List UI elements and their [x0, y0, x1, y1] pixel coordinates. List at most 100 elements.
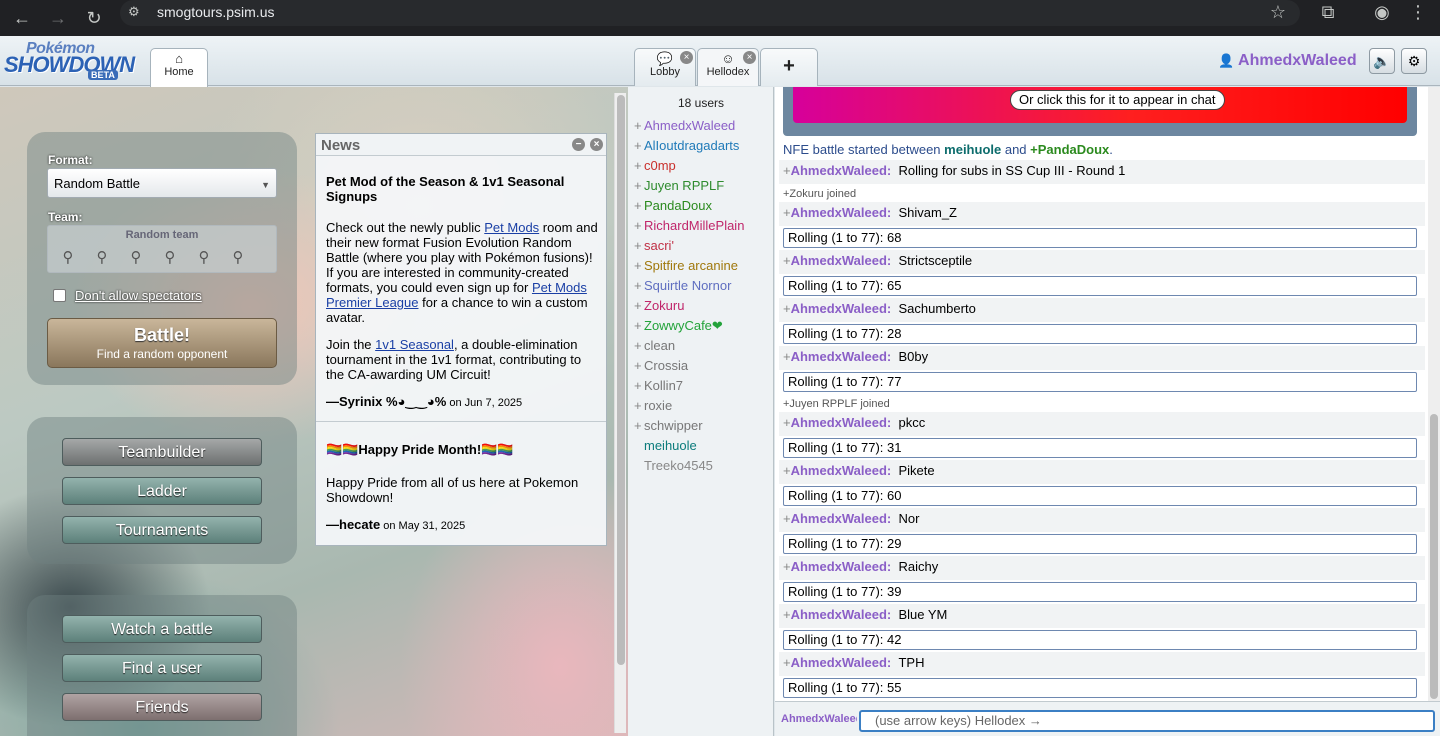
ladder-button[interactable]: Ladder — [62, 477, 262, 505]
player-link[interactable]: meihuole — [944, 142, 1001, 157]
user-name: Zokuru — [644, 298, 685, 313]
friends-button[interactable]: Friends — [62, 693, 262, 721]
close-icon[interactable]: × — [680, 51, 693, 64]
chat-message: +AhmedxWaleed: Pikete — [779, 460, 1425, 484]
format-label: Format: — [48, 153, 93, 167]
app-header: Pokémon SHOWDOWN BETA ⌂ Home 💬 Lobby × ☺… — [0, 36, 1440, 87]
chat-username[interactable]: AhmedxWaleed — [781, 713, 857, 725]
scrollbar[interactable] — [614, 93, 626, 733]
bookmark-star-icon[interactable]: ☆ — [1262, 0, 1294, 28]
back-icon[interactable]: ← — [6, 2, 38, 34]
profile-icon[interactable]: ◉ — [1366, 0, 1398, 28]
close-icon[interactable]: × — [743, 51, 756, 64]
tab-home[interactable]: ⌂ Home — [150, 48, 208, 87]
tab-hellodex[interactable]: ☺ Hellodex × — [697, 48, 759, 86]
sender-rank: + — [783, 253, 791, 268]
user-name: Kollin7 — [644, 378, 684, 393]
user-name: sacri' — [644, 238, 674, 253]
user-list-item[interactable]: + roxie — [634, 396, 672, 416]
address-bar[interactable] — [120, 0, 1300, 26]
sender-name[interactable]: AhmedxWaleed: — [791, 415, 892, 430]
user-list-item[interactable]: + PandaDoux — [634, 196, 712, 216]
tournaments-button[interactable]: Tournaments — [62, 516, 262, 544]
showdown-logo[interactable]: Pokémon SHOWDOWN BETA — [4, 40, 148, 82]
scrollbar-thumb[interactable] — [1430, 414, 1438, 699]
banner-button[interactable]: Or click this for it to appear in chat — [1010, 90, 1225, 110]
sender-name[interactable]: AhmedxWaleed: — [791, 253, 892, 268]
format-select[interactable]: Random Battle ▼ — [47, 168, 277, 198]
spectators-checkbox[interactable] — [53, 289, 66, 302]
teambuilder-button[interactable]: Teambuilder — [62, 438, 262, 466]
tab-label: Home — [164, 66, 194, 78]
user-list-item[interactable]: + Crossia — [634, 356, 688, 376]
user-list-item[interactable]: + schwipper — [634, 416, 703, 436]
site-info-icon[interactable]: ⚙ — [128, 4, 146, 22]
user-list-item[interactable]: + sacri' — [634, 236, 674, 256]
extensions-icon[interactable]: ⧉ — [1312, 0, 1344, 28]
tab-lobby[interactable]: 💬 Lobby × — [634, 48, 696, 86]
battle-button[interactable]: Battle! Find a random opponent — [47, 318, 277, 368]
1v1-seasonal-link[interactable]: 1v1 Seasonal — [375, 337, 454, 352]
user-rank: + — [634, 398, 642, 413]
scrollbar-thumb[interactable] — [617, 95, 625, 665]
user-rank: + — [634, 298, 642, 313]
message-text: pkcc — [891, 415, 926, 430]
sender-rank: + — [783, 349, 791, 364]
user-list-item[interactable]: + Kollin7 — [634, 376, 683, 396]
user-rank: + — [634, 318, 642, 333]
sender-name[interactable]: AhmedxWaleed: — [791, 607, 892, 622]
pet-mods-link[interactable]: Pet Mods — [484, 220, 539, 235]
user-list-item[interactable]: + c0mp — [634, 156, 676, 176]
user-rank: + — [634, 258, 642, 273]
user-list-item[interactable]: + AlIoutdragadarts — [634, 136, 739, 156]
url-text[interactable]: smogtours.psim.us — [157, 4, 274, 20]
user-list-item[interactable]: Treeko4545 — [634, 456, 713, 476]
user-list-item[interactable]: meihuole — [634, 436, 697, 456]
user-list-item[interactable]: + Juyen RPPLF — [634, 176, 724, 196]
user-list-item[interactable]: + Squirtle Nornor — [634, 276, 731, 296]
sender-name[interactable]: AhmedxWaleed: — [791, 655, 892, 670]
sender-name[interactable]: AhmedxWaleed: — [791, 349, 892, 364]
sender-name[interactable]: AhmedxWaleed: — [791, 559, 892, 574]
user-list-item[interactable]: + Spitfire arcanine — [634, 256, 738, 276]
sender-name[interactable]: AhmedxWaleed: — [791, 163, 892, 178]
roll-result: Rolling (1 to 77): 28 — [783, 324, 1417, 344]
user-rank: + — [634, 198, 642, 213]
sound-icon[interactable]: 🔈 — [1369, 48, 1395, 74]
message-text: Nor — [891, 511, 920, 526]
user-rank: + — [634, 158, 642, 173]
user-list-item[interactable]: + AhmedxWaleed — [634, 116, 735, 136]
sender-name[interactable]: AhmedxWaleed: — [791, 205, 892, 220]
watch-battle-button[interactable]: Watch a battle — [62, 615, 262, 643]
menu-icon[interactable]: ⋮ — [1402, 0, 1434, 28]
spectators-option[interactable]: Don't allow spectators — [53, 288, 202, 303]
user-list-item[interactable]: + RichardMillePlain — [634, 216, 744, 236]
team-select[interactable]: Random team ⚲ ⚲ ⚲ ⚲ ⚲ ⚲ — [47, 225, 277, 273]
user-list-item[interactable]: + clean — [634, 336, 675, 356]
user-list-item[interactable]: + ZowwyCafe❤ — [634, 316, 723, 336]
sender-name[interactable]: AhmedxWaleed: — [791, 463, 892, 478]
sender-name[interactable]: AhmedxWaleed: — [791, 301, 892, 316]
user-rank: + — [634, 338, 642, 353]
user-name: Squirtle Nornor — [644, 278, 732, 293]
player-link[interactable]: +PandaDoux — [1030, 142, 1109, 157]
minimize-icon[interactable]: − — [572, 138, 585, 151]
sender-rank: + — [783, 607, 791, 622]
chat-message: +AhmedxWaleed: Blue YM — [779, 604, 1425, 628]
user-name: clean — [644, 338, 676, 353]
reload-icon[interactable]: ↻ — [78, 2, 110, 34]
username-button[interactable]: 👤 AhmedxWaleed — [1218, 52, 1357, 70]
scrollbar[interactable] — [1428, 87, 1440, 701]
chat-input[interactable]: (use arrow keys) Hellodex → — [859, 710, 1435, 732]
forward-icon[interactable]: → — [42, 2, 74, 34]
gear-icon[interactable]: ⚙ — [1401, 48, 1427, 74]
roll-result: Rolling (1 to 77): 60 — [783, 486, 1417, 506]
close-icon[interactable]: × — [590, 138, 603, 151]
chat-message: +AhmedxWaleed: Nor — [779, 508, 1425, 532]
sender-name[interactable]: AhmedxWaleed: — [791, 511, 892, 526]
user-name: schwipper — [644, 418, 703, 433]
chat-message: +AhmedxWaleed: B0by — [779, 346, 1425, 370]
user-list-item[interactable]: + Zokuru — [634, 296, 684, 316]
find-user-button[interactable]: Find a user — [62, 654, 262, 682]
new-tab-button[interactable]: + — [760, 48, 818, 86]
